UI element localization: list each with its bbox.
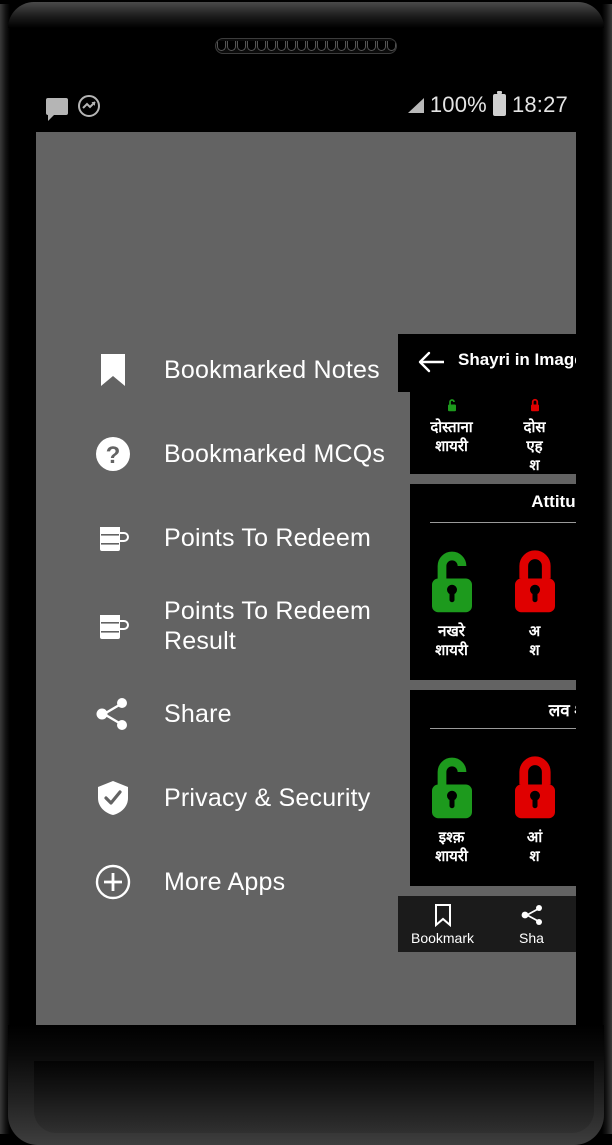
- section-title: Attitud: [531, 492, 576, 511]
- coffee-mug-icon: [90, 521, 136, 555]
- category-tile[interactable]: अ श: [493, 534, 576, 660]
- navigation-drawer: Bookmarked Notes ? Bookmarked MCQs Point…: [36, 132, 576, 1052]
- status-bar-system: 100% 18:27: [407, 91, 568, 118]
- battery-full-icon: [492, 91, 506, 116]
- lock-open-icon: [410, 540, 493, 616]
- messenger-icon: [78, 95, 100, 117]
- share-nodes-icon: [90, 698, 136, 730]
- app-preview-panel: Shayri in Image दोस्ताना शायरी दोस एह श …: [398, 334, 576, 952]
- bottom-nav-label: Bookmark: [410, 929, 475, 946]
- svg-text:?: ?: [106, 442, 121, 469]
- sidebar-item-bookmarked-notes[interactable]: Bookmarked Notes: [36, 328, 456, 412]
- bezel-right: [602, 4, 612, 1134]
- lock-closed-icon: [493, 746, 576, 822]
- drawer-menu-list: Bookmarked Notes ? Bookmarked MCQs Point…: [36, 328, 456, 924]
- status-bar-notifications: [46, 95, 100, 121]
- category-tile[interactable]: नखरे शायरी: [410, 534, 493, 660]
- lock-open-icon: [410, 746, 493, 822]
- sidebar-item-more-apps[interactable]: More Apps: [36, 840, 456, 924]
- card-section-header: लव श: [410, 690, 576, 734]
- category-tile-row: दोस्ताना शायरी दोस एह श: [410, 392, 576, 474]
- phone-device-frame: 100% 18:27 Bookmarked Notes ? Bookmarked…: [0, 0, 612, 1145]
- coffee-mug-icon: [90, 609, 136, 643]
- chat-bubble-icon: [46, 97, 68, 121]
- battery-percent-label: 100%: [429, 92, 487, 117]
- sidebar-item-share[interactable]: Share: [36, 672, 456, 756]
- plus-circle-icon: [90, 864, 136, 900]
- category-tile[interactable]: दोस्ताना शायरी: [410, 392, 493, 474]
- bottom-navigation-bar: Bookmark Sha: [398, 896, 576, 952]
- sidebar-item-points-to-redeem-result[interactable]: Points To Redeem Result: [36, 580, 456, 672]
- category-tile[interactable]: दोस एह श: [493, 392, 576, 474]
- category-tile-caption: इश्क़ शायरी: [435, 829, 468, 865]
- shayri-category-card[interactable]: दोस्ताना शायरी दोस एह श: [410, 392, 576, 474]
- bezel-bottom: [8, 1025, 604, 1145]
- clock-label: 18:27: [511, 92, 568, 117]
- sidebar-item-label: Points To Redeem: [164, 524, 372, 552]
- card-section-header: Attitud: [410, 484, 576, 528]
- bezel-bottom-inner: [34, 1061, 594, 1133]
- lock-closed-icon: [493, 398, 576, 412]
- sidebar-item-label: Points To Redeem Result: [164, 597, 372, 655]
- section-divider: [430, 522, 576, 523]
- bottom-nav-item-bookmark[interactable]: Bookmark: [398, 903, 487, 946]
- sidebar-item-label: Bookmarked MCQs: [164, 440, 386, 468]
- bottom-nav-label: Sha: [519, 929, 544, 946]
- category-tile[interactable]: आं श: [493, 740, 576, 866]
- sidebar-item-privacy-and-security[interactable]: Privacy & Security: [36, 756, 456, 840]
- shield-check-icon: [90, 780, 136, 816]
- bezel-top: [8, 2, 604, 28]
- category-tile-caption: नखरे शायरी: [435, 623, 468, 659]
- phone-screen: 100% 18:27 Bookmarked Notes ? Bookmarked…: [36, 86, 576, 1052]
- sidebar-item-points-to-redeem[interactable]: Points To Redeem: [36, 496, 456, 580]
- sidebar-item-label: More Apps: [164, 868, 286, 896]
- sidebar-item-label: Privacy & Security: [164, 784, 371, 812]
- bookmark-filled-icon: [90, 353, 136, 387]
- bottom-nav-item-share[interactable]: Sha: [487, 903, 576, 946]
- arrow-left-icon[interactable]: [418, 350, 446, 376]
- signal-triangle-icon: [407, 97, 424, 113]
- category-tile-caption: दोस एह श: [523, 419, 546, 474]
- category-tile-row: इश्क़ शायरी आं श: [410, 734, 576, 866]
- section-title: लव श: [548, 701, 576, 720]
- category-tile-caption: आं श: [526, 829, 543, 865]
- status-bar: 100% 18:27: [36, 86, 576, 132]
- sidebar-item-bookmarked-mcqs[interactable]: ? Bookmarked MCQs: [36, 412, 456, 496]
- category-tile[interactable]: इश्क़ शायरी: [410, 740, 493, 866]
- shayri-category-card[interactable]: लव श: [410, 690, 576, 886]
- sidebar-item-label: Bookmarked Notes: [164, 356, 380, 384]
- bookmark-outline-icon: [398, 903, 487, 927]
- bezel-left: [0, 4, 10, 1134]
- sidebar-item-label: Share: [164, 700, 232, 728]
- category-tile-caption: अ श: [528, 623, 541, 659]
- category-tile-caption: दोस्ताना शायरी: [430, 419, 473, 455]
- section-divider: [430, 728, 576, 729]
- question-circle-icon: ?: [90, 436, 136, 472]
- app-bar-title: Shayri in Image: [458, 350, 576, 369]
- app-bar: Shayri in Image: [398, 334, 576, 392]
- lock-closed-icon: [493, 540, 576, 616]
- lock-open-icon: [410, 398, 493, 412]
- shayri-category-card[interactable]: Attitud: [410, 484, 576, 680]
- share-nodes-icon: [487, 903, 576, 927]
- earpiece-speaker-grille: [215, 38, 397, 54]
- category-tile-row: नखरे शायरी अ श: [410, 528, 576, 660]
